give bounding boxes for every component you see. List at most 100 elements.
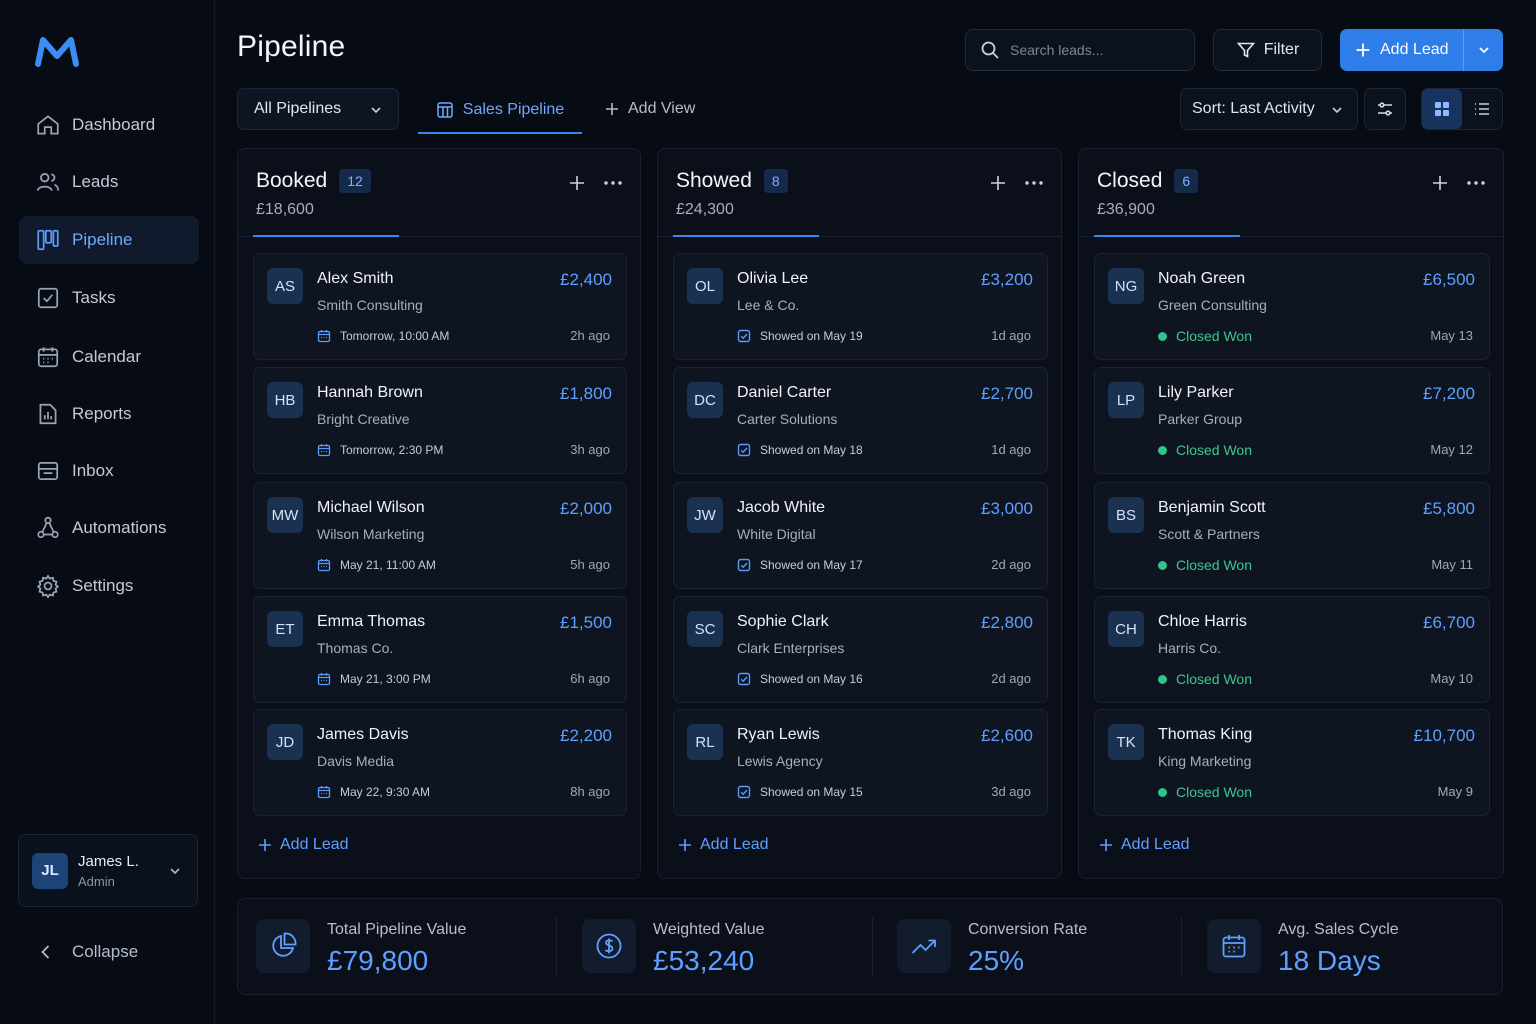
add-lead-label: Add Lead [700,836,769,853]
sidebar-item-tasks[interactable]: Tasks [19,274,199,322]
activity-text: Showed on May 17 [760,558,863,572]
lead-amount: £2,200 [560,726,612,745]
lead-card[interactable]: LP Lily Parker Parker Group £7,200 Closed Wo… [1094,367,1490,474]
tab-label: Sales Pipeline [462,101,565,118]
lead-company: King Marketing [1158,753,1252,769]
lead-company: Harris Co. [1158,640,1222,656]
list-view-button[interactable] [1462,89,1502,129]
lead-card[interactable]: SC Sophie Clark Clark Enterprises £2,800 Sho… [673,596,1048,703]
lead-activity: Tomorrow, 10:00 AM [317,329,449,343]
column-title: Closed [1097,169,1163,192]
lead-amount: £2,000 [560,499,612,518]
status-badge: Closed Won [1158,784,1252,800]
filter-button[interactable]: Filter [1213,29,1322,71]
lead-card[interactable]: HB Hannah Brown Bright Creative £1,800 Tomor… [253,367,627,474]
column-add-icon[interactable] [988,173,1008,193]
brand-logo-icon[interactable] [34,34,80,70]
chevron-left-icon [41,945,50,959]
sidebar-item-settings[interactable]: Settings [19,562,199,610]
sidebar-item-automations[interactable]: Automations [19,504,199,552]
collapse-label: Collapse [72,942,139,961]
add-view-label: Add View [628,100,696,117]
status-text: Closed Won [1176,328,1253,344]
activity-text: Showed on May 15 [760,785,863,799]
sidebar-item-reports[interactable]: Reports [19,390,199,438]
lead-card[interactable]: MW Michael Wilson Wilson Marketing £2,000 Ma… [253,482,627,589]
pipeline-column-closed: Closed 6 £36,900 NG Noah Green Green Consulti… [1078,148,1504,879]
lead-card[interactable]: NG Noah Green Green Consulting £6,500 Closed… [1094,253,1490,360]
sidebar-item-pipeline[interactable]: Pipeline [19,216,199,264]
activity-text: Showed on May 19 [760,329,863,343]
lead-card[interactable]: ET Emma Thomas Thomas Co. £1,500 May 21, 3:0… [253,596,627,703]
board-view-button[interactable] [1422,89,1462,129]
lead-company: White Digital [737,526,816,542]
check-square-icon [737,329,751,343]
column-header: Booked 12 £18,600 [238,149,640,237]
pipeline-column-showed: Showed 8 £24,300 OL Olivia Lee Lee & Co. £3,20… [657,148,1062,879]
reports-icon [39,403,57,425]
column-count-badge: 6 [1174,169,1199,193]
divider [1181,917,1182,977]
search-input[interactable] [1010,42,1180,58]
list-icon [1475,103,1489,115]
grid-icon [1435,102,1449,116]
view-toggle [1421,88,1503,130]
lead-amount: £2,700 [981,384,1033,403]
lead-name: Olivia Lee [737,270,809,287]
lead-card[interactable]: CH Chloe Harris Harris Co. £6,700 Closed Won… [1094,596,1490,703]
stat-value: 25% [968,945,1025,976]
lead-timestamp: 8h ago [570,784,610,799]
sidebar-item-label: Dashboard [72,115,156,134]
filter-label: Filter [1263,41,1300,58]
plus-icon [606,103,618,115]
avatar: BS [1108,497,1144,533]
pipeline-select[interactable]: All Pipelines [237,88,399,130]
tab-sales-pipeline[interactable]: Sales Pipeline [418,88,582,134]
view-settings-button[interactable] [1364,88,1406,130]
lead-card[interactable]: OL Olivia Lee Lee & Co. £3,200 Showed on May… [673,253,1048,360]
lead-timestamp: May 13 [1430,328,1473,343]
lead-card[interactable]: JD James Davis Davis Media £2,200 May 22, 9:… [253,709,627,816]
column-add-icon[interactable] [567,173,587,193]
sidebar-item-inbox[interactable]: Inbox [19,447,199,495]
automations-icon [37,516,59,539]
lead-card[interactable]: BS Benjamin Scott Scott & Partners £5,800 Cl… [1094,482,1490,589]
lead-timestamp: 6h ago [570,671,610,686]
search-box[interactable] [965,29,1195,71]
column-add-lead-button[interactable]: Add Lead [257,836,349,854]
collapse-sidebar-button[interactable]: Collapse [36,938,138,966]
more-options-icon[interactable] [1465,173,1487,193]
lead-timestamp: 2d ago [991,557,1031,572]
column-add-icon[interactable] [1430,173,1450,193]
user-menu[interactable]: JL James L. Admin [18,834,198,907]
more-options-icon[interactable] [602,173,624,193]
trend-up-icon [911,939,936,954]
column-title: Showed [676,169,752,192]
sidebar-item-leads[interactable]: Leads [19,158,199,206]
pipeline-column-booked: Booked 12 £18,600 AS Alex Smith Smith Consult… [237,148,641,879]
plus-icon [259,839,271,851]
lead-card[interactable]: AS Alex Smith Smith Consulting £2,400 Tomorr… [253,253,627,360]
lead-card[interactable]: JW Jacob White White Digital £3,000 Showed o… [673,482,1048,589]
lead-timestamp: 3d ago [991,784,1031,799]
lead-name: Michael Wilson [317,499,425,516]
lead-card[interactable]: DC Daniel Carter Carter Solutions £2,700 Sho… [673,367,1048,474]
status-text: Closed Won [1176,784,1253,800]
more-options-icon[interactable] [1023,173,1045,193]
lead-card[interactable]: RL Ryan Lewis Lewis Agency £2,600 Showed on … [673,709,1048,816]
status-text: Closed Won [1176,442,1253,458]
sidebar-item-label: Inbox [72,461,114,480]
add-lead-dropdown-button[interactable] [1463,29,1503,71]
home-icon [37,115,59,135]
sidebar-item-dashboard[interactable]: Dashboard [19,101,199,149]
add-lead-label: Add Lead [280,836,349,853]
sidebar-item-calendar[interactable]: Calendar [19,333,199,381]
column-add-lead-button[interactable]: Add Lead [1098,836,1190,854]
lead-name: Emma Thomas [317,613,426,630]
add-view-button[interactable]: Add View [604,88,695,130]
sort-select[interactable]: Sort: Last Activity [1180,88,1358,130]
lead-card[interactable]: TK Thomas King King Marketing £10,700 Closed… [1094,709,1490,816]
column-add-lead-button[interactable]: Add Lead [677,836,769,854]
status-dot [1158,331,1167,341]
add-lead-button[interactable]: Add Lead [1340,29,1463,71]
